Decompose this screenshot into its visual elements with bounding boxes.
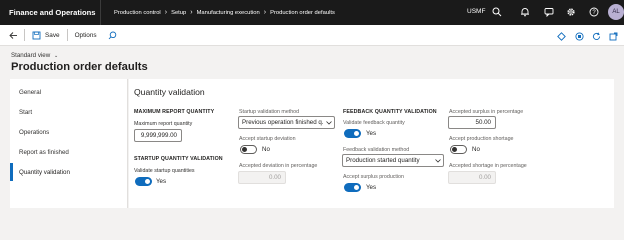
search-icon[interactable] <box>107 29 119 41</box>
toolbar-divider <box>66 29 68 41</box>
chevron-right-icon: › <box>263 9 267 16</box>
validate-feedback-toggle[interactable] <box>344 129 361 138</box>
accept-surplus-label: Accept surplus production <box>343 174 404 180</box>
accept-surplus-toggle[interactable] <box>344 183 361 192</box>
breadcrumb-item-setup[interactable]: Setup <box>171 10 186 16</box>
breadcrumb-item-manufacturing-execution[interactable]: Manufacturing execution <box>197 10 260 16</box>
search-icon[interactable] <box>491 6 503 18</box>
help-icon[interactable]: ? <box>588 6 600 18</box>
max-report-quantity-label: Maximum report quantity <box>134 121 193 127</box>
save-button[interactable]: Save <box>30 29 60 41</box>
feedback-method-select[interactable]: Production started quantity <box>342 154 444 167</box>
back-arrow-icon[interactable] <box>7 29 19 41</box>
tab-general[interactable]: General <box>10 83 128 101</box>
view-label: Standard view <box>11 52 51 59</box>
office-icon[interactable] <box>573 30 585 42</box>
svg-text:?: ? <box>592 10 596 16</box>
refresh-icon[interactable] <box>590 30 602 42</box>
max-report-quantity-input[interactable]: 9,999,999.00 <box>134 129 182 142</box>
tab-start[interactable]: Start <box>10 103 128 121</box>
accept-startup-deviation-label: Accept startup deviation <box>239 136 296 142</box>
options-label: Options <box>74 31 97 39</box>
toggle-knob <box>242 147 247 152</box>
startup-method-select[interactable]: Previous operation finished q... <box>238 116 335 129</box>
section-title: Quantity validation <box>134 87 205 97</box>
chevron-right-icon: › <box>164 9 168 16</box>
validate-startup-value: Yes <box>156 178 167 185</box>
chevron-down-icon <box>324 120 334 125</box>
toggle-knob <box>354 185 359 190</box>
save-icon <box>30 29 42 41</box>
avatar[interactable]: AL <box>608 4 624 20</box>
breadcrumb-item-production-order-defaults[interactable]: Production order defaults <box>270 10 335 16</box>
chevron-right-icon: › <box>190 9 193 16</box>
feedback-group-title: FEEDBACK QUANTITY VALIDATION <box>343 109 437 115</box>
action-pane: Save Options <box>0 25 624 46</box>
toggle-knob <box>354 131 359 136</box>
bell-icon[interactable] <box>519 6 531 18</box>
startup-method-label: Startup validation method <box>239 109 300 115</box>
accept-shortage-label: Accept production shortage <box>449 136 514 142</box>
accept-startup-deviation-toggle[interactable] <box>240 145 257 154</box>
app-title[interactable]: Finance and Operations <box>0 8 100 17</box>
feedback-method-label: Feedback validation method <box>343 147 410 153</box>
vertical-tab-list: General Start Operations Report as finis… <box>10 79 128 208</box>
validate-feedback-label: Validate feedback quantity <box>343 120 405 126</box>
accepted-deviation-label: Accepted deviation in percentage <box>239 163 318 169</box>
tab-quantity-validation[interactable]: Quantity validation <box>10 163 128 181</box>
page-title: Production order defaults <box>11 61 148 73</box>
accept-startup-deviation-value: No <box>262 146 270 153</box>
accepted-surplus-input[interactable]: 50.00 <box>448 116 496 129</box>
chevron-down-icon: ⌄ <box>53 53 59 59</box>
save-button-label: Save <box>45 31 60 39</box>
tab-report-as-finished[interactable]: Report as finished <box>10 143 128 161</box>
open-in-new-icon[interactable] <box>607 30 619 42</box>
accept-shortage-toggle[interactable] <box>450 145 467 154</box>
diamond-icon[interactable] <box>555 30 567 42</box>
accepted-deviation-input: 0.00 <box>238 171 286 184</box>
toggle-knob <box>145 179 150 184</box>
options-tab[interactable]: Options <box>75 32 97 39</box>
accepted-shortage-input: 0.00 <box>448 171 496 184</box>
toggle-knob <box>452 147 457 152</box>
startup-validation-group-title: STARTUP QUANTITY VALIDATION <box>134 156 223 162</box>
view-selector[interactable]: Standard view ⌄ <box>11 52 58 59</box>
quantity-validation-panel: Quantity validation MAXIMUM REPORT QUANT… <box>129 79 614 208</box>
validate-startup-label: Validate startup quantities <box>134 168 195 174</box>
max-report-group-title: MAXIMUM REPORT QUANTITY <box>134 109 215 115</box>
toolbar-divider <box>24 29 25 41</box>
gear-icon[interactable] <box>565 6 577 18</box>
chevron-down-icon <box>433 158 443 163</box>
breadcrumb-item-production-control[interactable]: Production control <box>114 10 161 16</box>
breadcrumb: Production control › Setup › Manufacturi… <box>101 9 335 16</box>
accepted-shortage-label: Accepted shortage in percentage <box>449 163 527 169</box>
feedback-method-value: Production started quantity <box>346 157 420 164</box>
startup-method-value: Previous operation finished q... <box>242 119 324 126</box>
top-nav-bar: Finance and Operations Production contro… <box>0 0 624 25</box>
company-picker[interactable]: USMF <box>467 8 485 15</box>
accept-surplus-value: Yes <box>366 184 377 191</box>
validate-startup-toggle[interactable] <box>135 177 152 186</box>
accept-shortage-value: No <box>472 146 480 153</box>
validate-feedback-value: Yes <box>366 130 377 137</box>
accepted-surplus-label: Accepted surplus in percentage <box>449 109 524 115</box>
tab-operations[interactable]: Operations <box>10 123 128 141</box>
chat-icon[interactable] <box>543 6 555 18</box>
